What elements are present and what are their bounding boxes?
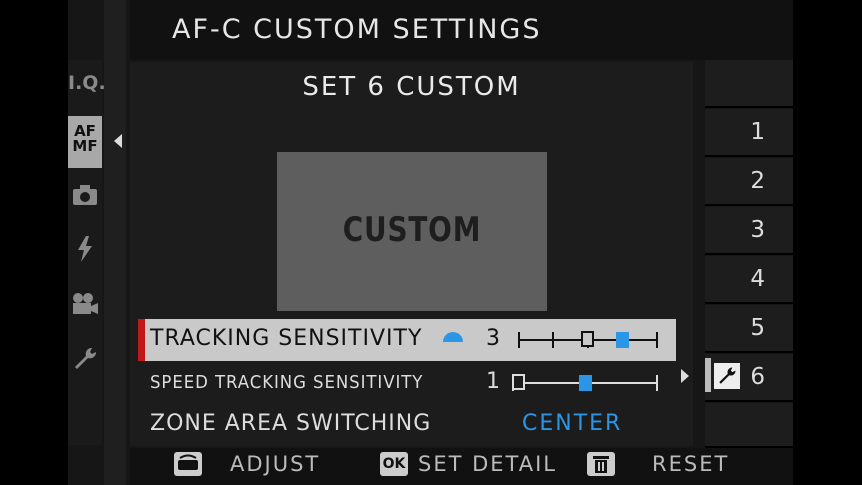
- footer-set-detail-label: SET DETAIL: [418, 452, 557, 476]
- set-list-header: [705, 60, 793, 108]
- slider-current-marker: [579, 375, 592, 391]
- setting-value: 3: [486, 326, 500, 351]
- wrench-icon[interactable]: [68, 346, 102, 378]
- page-title: AF-C CUSTOM SETTINGS: [172, 14, 542, 45]
- set-item-5[interactable]: 5: [705, 305, 793, 353]
- trash-icon: [587, 452, 615, 476]
- command-dial-icon: [174, 452, 202, 476]
- selection-marker: [138, 319, 145, 361]
- set-item-3[interactable]: 3: [705, 207, 793, 255]
- tracking-sensitivity-slider[interactable]: [518, 328, 658, 352]
- set-item-2[interactable]: 2: [705, 158, 793, 206]
- custom-wrench-icon: [714, 363, 740, 389]
- slider-current-marker: [616, 332, 629, 348]
- sensitivity-indicator-icon: [443, 332, 463, 342]
- set-list-footer: [705, 403, 793, 448]
- slider-tick: [518, 332, 520, 348]
- ok-button-icon: OK: [380, 452, 408, 476]
- category-iq[interactable]: I.Q.: [68, 72, 106, 94]
- set-item-6[interactable]: 6: [705, 354, 793, 402]
- footer-adjust-label: ADJUST: [230, 452, 321, 476]
- camera-icon[interactable]: [68, 184, 102, 212]
- setting-label: TRACKING SENSITIVITY: [150, 326, 423, 351]
- setting-row-tracking-sensitivity[interactable]: TRACKING SENSITIVITY 3: [138, 319, 676, 361]
- setting-label: ZONE AREA SWITCHING: [150, 411, 432, 436]
- setting-label: SPEED TRACKING SENSITIVITY: [150, 372, 424, 393]
- setting-row-zone-area-switching[interactable]: ZONE AREA SWITCHING CENTER: [138, 404, 676, 446]
- set-item-4[interactable]: 4: [705, 256, 793, 304]
- setting-row-speed-tracking-sensitivity[interactable]: SPEED TRACKING SENSITIVITY 1: [138, 362, 676, 404]
- slider-tick: [656, 332, 658, 348]
- flash-icon[interactable]: [68, 236, 102, 268]
- slider-tick: [552, 332, 554, 348]
- slider-original-marker: [512, 374, 525, 390]
- left-arrow-icon: [114, 134, 122, 148]
- speed-tracking-sensitivity-slider[interactable]: [512, 371, 658, 395]
- right-arrow-icon: [681, 369, 689, 383]
- slider-tick: [656, 375, 658, 391]
- footer-reset-label: RESET: [652, 452, 730, 476]
- setting-value: CENTER: [522, 411, 623, 436]
- set-item-1[interactable]: 1: [705, 109, 793, 157]
- category-divider: [104, 0, 126, 485]
- active-set-indicator: [705, 358, 711, 392]
- slider-original-marker: [581, 331, 594, 347]
- set-subtitle: SET 6 CUSTOM: [302, 72, 521, 102]
- setting-value: 1: [486, 369, 500, 394]
- preview-label: CUSTOM: [342, 210, 482, 250]
- category-af-mf[interactable]: AF MF: [68, 116, 102, 168]
- movie-camera-icon[interactable]: [68, 292, 102, 322]
